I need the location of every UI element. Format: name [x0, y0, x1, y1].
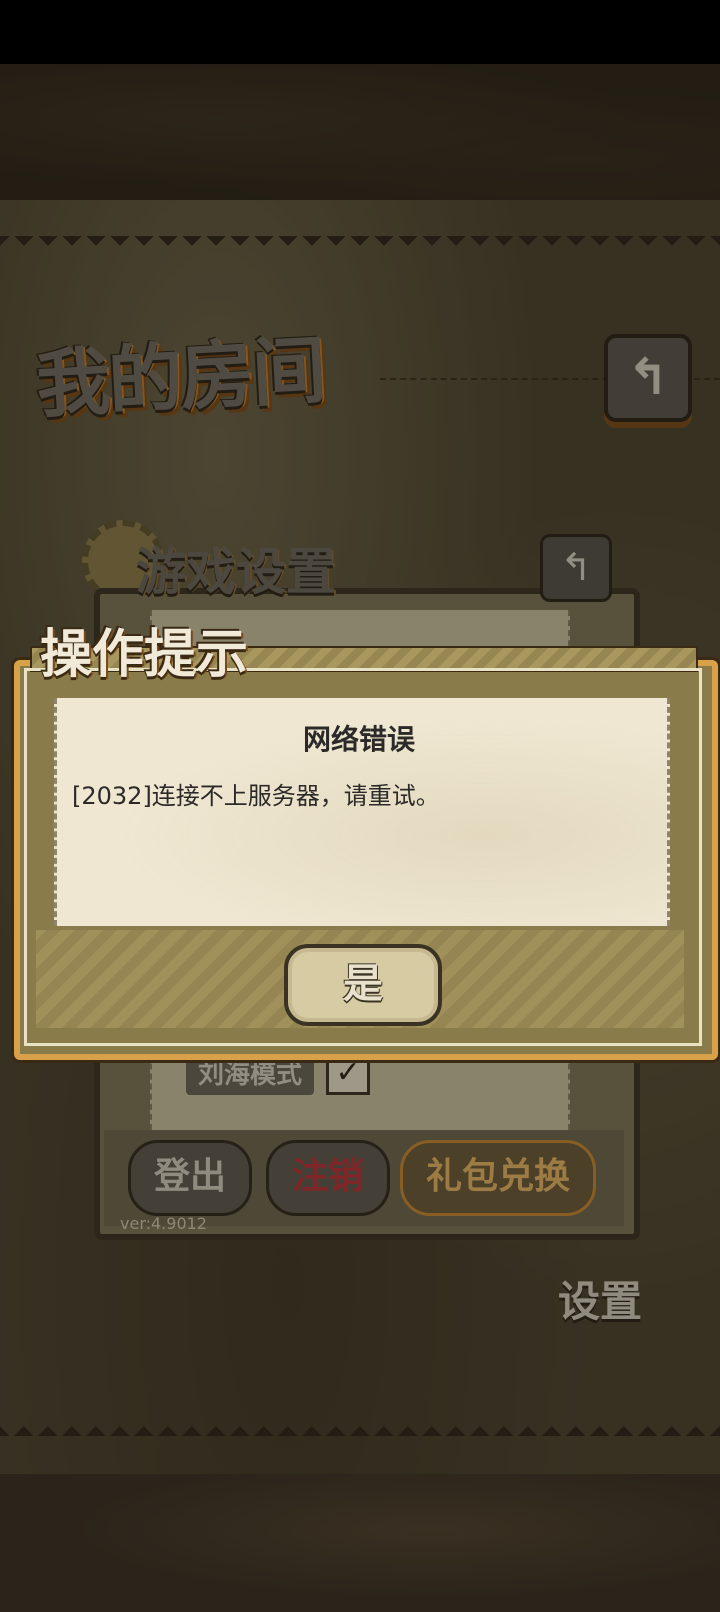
status-bar — [0, 0, 720, 64]
error-title: 网络错误 — [302, 723, 415, 756]
confirm-button[interactable]: 是 — [284, 944, 442, 1026]
error-message: [2032]连接不上服务器，请重试。 — [72, 782, 440, 810]
background-bottom — [0, 1474, 720, 1612]
dialog-title: 操作提示 — [40, 624, 249, 685]
